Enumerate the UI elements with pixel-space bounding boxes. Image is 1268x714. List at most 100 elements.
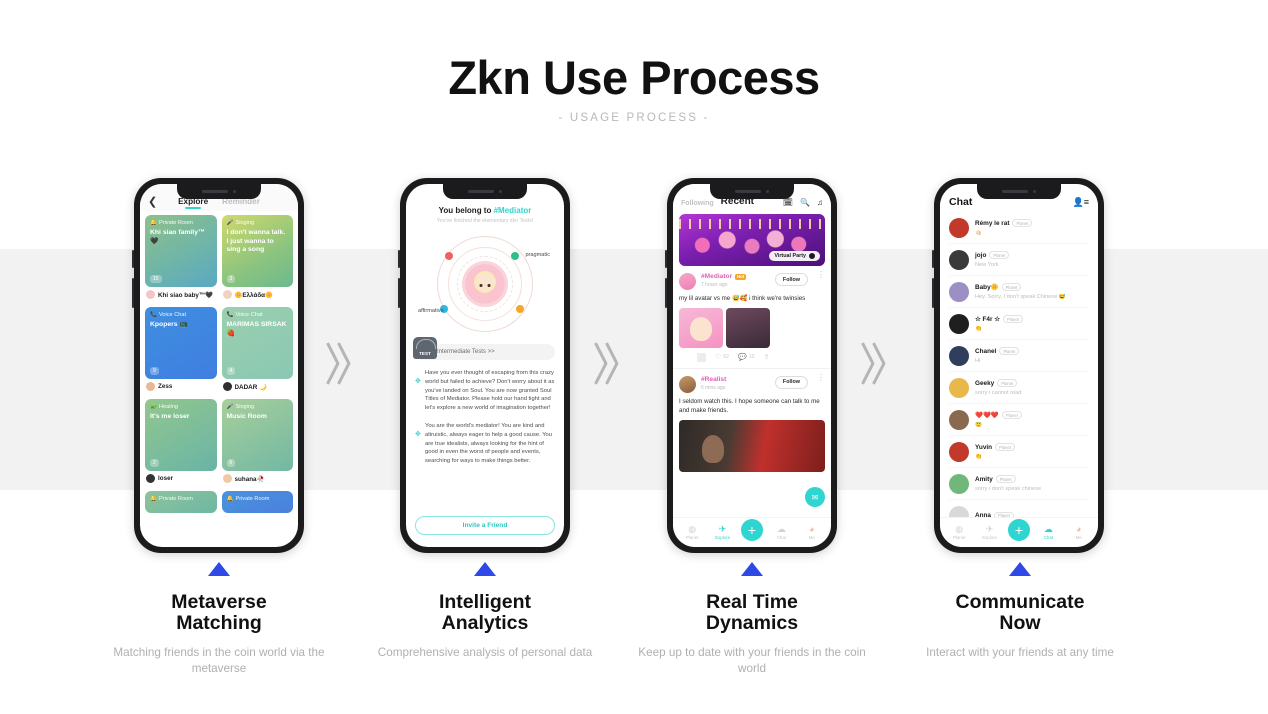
room-card[interactable]: 🔔 Private Room (145, 491, 217, 513)
room-member-count: 2 (150, 459, 159, 467)
post-image[interactable] (726, 307, 770, 348)
nav-planet[interactable]: ◍ Planet (947, 524, 971, 540)
bell-icon: 🔔 (150, 496, 157, 502)
room-card[interactable]: 🎤 Singing Music Room 6 (221, 399, 293, 471)
room-owner: Zess (145, 379, 217, 394)
chat-preview: Hey. Sorry, I don't speak Chinese 😅 (975, 293, 1066, 300)
arrow-icon (809, 253, 815, 259)
phone-mockup-chat: Chat 👤≡ Rémy le rat Planet 🤙🏻 jojo Plane… (932, 178, 1104, 553)
list-item[interactable]: Baby🌼 Planet Hey. Sorry, I don't speak Ch… (949, 276, 1089, 308)
room-card[interactable]: 📞 Voice Chat MARIMAS SIRSAK 🍓 4 (221, 307, 293, 379)
plus-icon[interactable]: + (1007, 518, 1030, 541)
chat-name: Chanel (975, 347, 997, 355)
chat-name: Geeky (975, 379, 995, 387)
post-body: my lil avatar vs me 😅🥰 i think we're twi… (679, 295, 806, 302)
room-member-count: 3 (226, 275, 236, 283)
phone-mockup-analytics: You belong to #Mediator You've finished … (398, 178, 570, 553)
room-owner-name: DADAR 🌙 (234, 383, 267, 391)
room-cell[interactable]: 📞 Voice Chat Kpopers 📺 9 Zess (145, 307, 217, 394)
nav-chat[interactable]: ☁ Chat (769, 524, 793, 540)
room-cell[interactable]: 🔔 Private Room (221, 491, 293, 513)
chat-icon: ☁ (1043, 524, 1053, 535)
invite-friend-button[interactable]: Invite a Friend (415, 516, 555, 535)
nav-planet[interactable]: ◍ Planet (680, 524, 704, 540)
avatar (146, 382, 155, 391)
nav-explore[interactable]: ✈ Explore (711, 524, 735, 540)
follow-button[interactable]: Follow (774, 375, 808, 389)
post-author[interactable]: #Mediator Hot (701, 273, 747, 280)
like-stat[interactable]: ♡ 62 (715, 353, 729, 361)
room-card[interactable]: 🔔 Private Room Khi siao family™🖤 15 (145, 215, 217, 287)
chat-name: Yuvin (975, 443, 993, 451)
music-icon[interactable]: ♫ (817, 198, 823, 207)
room-cell[interactable]: 🔔 Private Room (145, 491, 217, 513)
room-card[interactable]: 🧩 Healing It's me loser 2 (145, 399, 217, 471)
calendar-icon[interactable]: 🗓 (783, 198, 793, 207)
nav-me[interactable]: ◕ Me (800, 524, 824, 540)
list-item[interactable]: Chanel Planet Hi (949, 340, 1089, 372)
share-icon[interactable]: ⇪ (764, 353, 770, 361)
post-author[interactable]: #Realist (701, 376, 726, 383)
room-card[interactable]: 🔔 Private Room (221, 491, 293, 513)
more-options-icon[interactable]: ⋮ (817, 374, 825, 382)
post-image[interactable] (679, 307, 723, 348)
list-item[interactable]: ☆ F4r ☆ Planet 👏 (949, 308, 1089, 340)
add-contact-icon[interactable]: 👤≡ (1073, 197, 1089, 208)
tab-following[interactable]: Following (681, 200, 714, 207)
room-cell[interactable]: 🎤 Singing I don't wanna talk. I just wann… (221, 215, 294, 302)
post-item: #Mediator Hot 7 hours ago Follow ⋮ my li… (673, 266, 831, 369)
list-item[interactable]: jojo Planet New York (949, 244, 1089, 276)
list-item[interactable]: Yuvin Planet 👏 (949, 436, 1089, 468)
room-card[interactable]: 🎤 Singing I don't wanna talk. I just wann… (221, 215, 293, 287)
post-image[interactable] (679, 419, 825, 472)
avatar[interactable] (679, 273, 696, 290)
avatar[interactable] (679, 375, 696, 393)
step-title: Real Time Dynamics (627, 591, 877, 635)
chat-meta: ☆ F4r ☆ Planet 👏 (975, 315, 1089, 332)
nav-chat[interactable]: ☁ Chat (1036, 524, 1060, 540)
more-options-icon[interactable]: ⋮ (817, 271, 825, 279)
personality-mandala: pragmatic affirmative (415, 230, 555, 338)
avatar (949, 441, 969, 462)
banner-chip[interactable]: Virtual Party (769, 251, 820, 261)
chat-meta: ❤️❤️❤️ Planet 😇 (975, 411, 1089, 428)
avatar (949, 281, 969, 302)
notch (710, 184, 794, 199)
comment-stat[interactable]: 💬 10 (738, 353, 755, 361)
room-cell[interactable]: 🎤 Singing Music Room 6 suhana🥀 (221, 399, 293, 486)
chat-meta: Geeky Planet sorry i cannot read (975, 379, 1089, 396)
room-cell[interactable]: 📞 Voice Chat MARIMAS SIRSAK 🍓 4 DADAR 🌙 (221, 307, 293, 394)
search-icon[interactable]: 🔍 (800, 198, 810, 207)
follow-button[interactable]: Follow (774, 273, 808, 286)
step-title-line1: Communicate (955, 591, 1085, 613)
room-card[interactable]: 📞 Voice Chat Kpopers 📺 9 (145, 307, 217, 379)
envelope-icon[interactable]: ✉ (805, 487, 825, 507)
room-cell[interactable]: 🧩 Healing It's me loser 2 loser (145, 399, 217, 486)
avatar (949, 409, 969, 430)
chat-name: ☆ F4r ☆ (975, 316, 1000, 324)
list-item[interactable]: Rémy le rat Planet 🤙🏻 (949, 212, 1089, 244)
list-item[interactable]: ❤️❤️❤️ Planet 😇 (949, 404, 1089, 436)
list-item[interactable]: Geeky Planet sorry i cannot read (949, 372, 1089, 404)
step-title-line2: Analytics (441, 612, 529, 635)
intermediate-test-bar[interactable]: TEST Intermediate Tests >> (413, 337, 555, 360)
post-author-block: #Realist 6 mins ago (701, 376, 726, 391)
slide-root: Zkn Use Process - USAGE PROCESS - ❮ Expl… (0, 0, 1268, 714)
result-tag: #Mediator (493, 206, 532, 215)
avatar (949, 217, 969, 238)
plus-icon[interactable]: + (740, 518, 763, 541)
test-badge-icon: TEST (413, 337, 437, 359)
planet-badge: Planet (999, 347, 1020, 356)
list-item[interactable]: Amity Planet sorry i don't speak chinese (949, 468, 1089, 500)
post-header: #Realist 6 mins ago Follow ⋮ (679, 374, 825, 393)
virtual-party-banner[interactable]: Virtual Party (679, 214, 825, 266)
nav-explore[interactable]: ✈ Explore (978, 524, 1002, 540)
planet-badge: Planet (995, 475, 1016, 484)
post-stats: ♡ 62 💬 10 ⇪ (679, 348, 825, 368)
avatar (949, 249, 969, 270)
paragraph-text: Have you ever thought of escaping from t… (425, 370, 555, 412)
intermediate-test-link[interactable]: Intermediate Tests >> (437, 349, 495, 355)
room-cell[interactable]: 🔔 Private Room Khi siao family™🖤 15 Khi s… (145, 215, 217, 302)
nav-me[interactable]: ◕ Me (1067, 524, 1091, 540)
room-owner: 🌼Ελλάδα🌼 (222, 287, 294, 302)
